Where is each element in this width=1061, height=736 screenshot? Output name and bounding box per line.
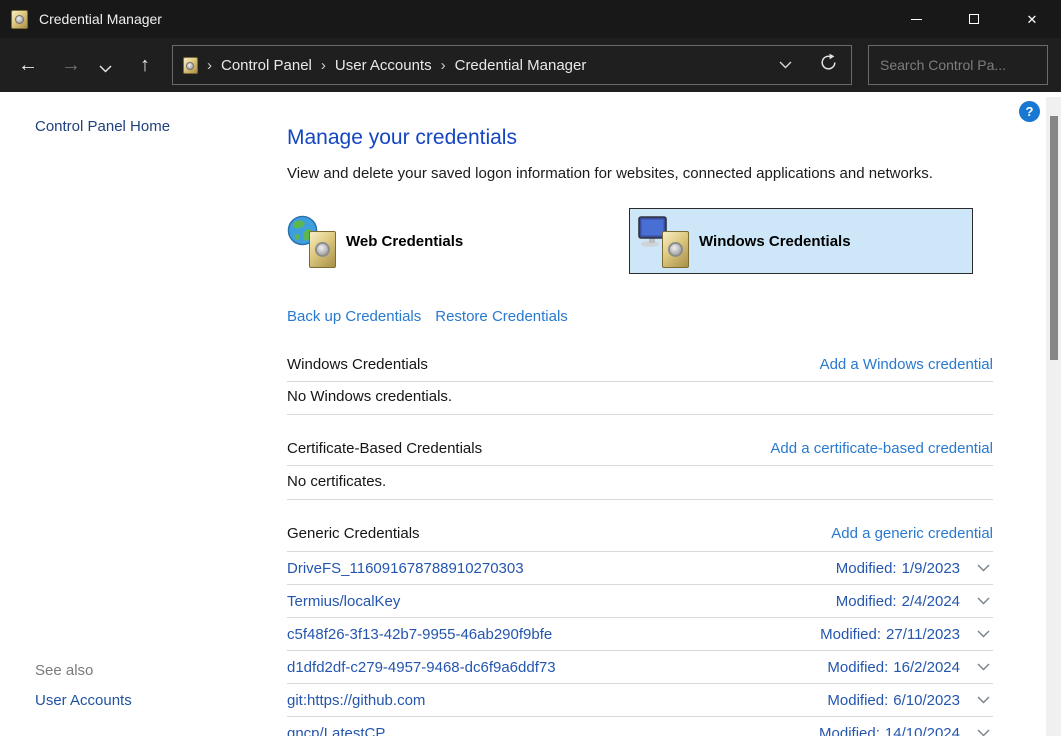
vault-icon — [662, 231, 689, 268]
credential-actions: Back up Credentials Restore Credentials — [287, 308, 568, 325]
help-button[interactable]: ? — [1019, 101, 1040, 122]
divider — [287, 381, 993, 382]
generic-credentials-list: DriveFS_116091678788910270303 Modified:1… — [287, 552, 993, 736]
add-generic-credential-link[interactable]: Add a generic credential — [831, 525, 993, 542]
restore-credentials-link[interactable]: Restore Credentials — [435, 308, 568, 325]
web-credentials-icon — [287, 212, 339, 270]
credential-manager-app-icon — [11, 10, 28, 29]
page-title: Manage your credentials — [287, 126, 517, 150]
credential-row[interactable]: d1dfd2df-c279-4957-9468-dc6f9a6ddf73 Mod… — [287, 651, 993, 684]
minimize-button[interactable] — [887, 0, 945, 38]
expand-chevron-icon[interactable] — [977, 592, 990, 610]
search-box[interactable] — [868, 45, 1048, 85]
divider — [287, 499, 993, 500]
credential-name-link[interactable]: gncp/LatestCP — [287, 725, 385, 736]
expand-chevron-icon[interactable] — [977, 559, 990, 577]
back-button[interactable]: ← — [14, 54, 42, 77]
maximize-button[interactable] — [945, 0, 1003, 38]
refresh-icon[interactable] — [805, 53, 851, 77]
credential-name-link[interactable]: DriveFS_116091678788910270303 — [287, 560, 524, 577]
caption-buttons: ✕ — [887, 0, 1061, 38]
empty-windows-credentials: No Windows credentials. — [287, 388, 452, 405]
credential-modified: Modified:14/10/2024 — [819, 725, 960, 736]
breadcrumb-credential-manager[interactable]: Credential Manager — [455, 57, 587, 74]
up-button[interactable]: ↑ — [131, 54, 159, 77]
breadcrumb-user-accounts[interactable]: User Accounts — [335, 57, 432, 74]
credential-modified: Modified:2/4/2024 — [836, 593, 960, 610]
credential-modified: Modified:1/9/2023 — [836, 560, 960, 577]
add-certificate-credential-link[interactable]: Add a certificate-based credential — [770, 440, 993, 457]
section-generic-credentials: Generic Credentials Add a generic creden… — [287, 525, 993, 542]
vault-icon — [309, 231, 336, 268]
credential-row[interactable]: gncp/LatestCP Modified:14/10/2024 — [287, 717, 993, 736]
sidebar-item-user-accounts[interactable]: User Accounts — [35, 692, 132, 709]
tab-windows-credentials[interactable]: Windows Credentials — [629, 208, 973, 274]
backup-credentials-link[interactable]: Back up Credentials — [287, 308, 421, 325]
title-bar: Credential Manager ✕ — [0, 0, 1061, 38]
page-description: View and delete your saved logon informa… — [287, 165, 933, 182]
section-windows-credentials: Windows Credentials Add a Windows creden… — [287, 356, 993, 373]
window-title: Credential Manager — [39, 11, 162, 27]
recent-pages-chevron-icon[interactable] — [99, 60, 123, 78]
credential-modified: Modified:27/11/2023 — [820, 626, 960, 643]
credential-name-link[interactable]: d1dfd2df-c279-4957-9468-dc6f9a6ddf73 — [287, 659, 556, 676]
credential-name-link[interactable]: Termius/localKey — [287, 593, 400, 610]
credential-row[interactable]: Termius/localKey Modified:2/4/2024 — [287, 585, 993, 618]
scrollbar-thumb[interactable] — [1050, 116, 1058, 360]
expand-chevron-icon[interactable] — [977, 625, 990, 643]
breadcrumb-control-panel[interactable]: Control Panel — [221, 57, 312, 74]
credential-row[interactable]: DriveFS_116091678788910270303 Modified:1… — [287, 552, 993, 585]
search-input[interactable] — [869, 57, 1061, 73]
divider — [287, 465, 993, 466]
section-certificate-credentials: Certificate-Based Credentials Add a cert… — [287, 440, 993, 457]
credential-name-link[interactable]: git:https://github.com — [287, 692, 425, 709]
close-button[interactable]: ✕ — [1003, 0, 1061, 38]
credential-row[interactable]: c5f48f26-3f13-42b7-9955-46ab290f9bfe Mod… — [287, 618, 993, 651]
tab-label: Windows Credentials — [699, 233, 851, 250]
crumb-separator-icon: › — [432, 57, 455, 74]
content-area: ? Control Panel Home See also User Accou… — [0, 92, 1061, 736]
divider — [287, 414, 993, 415]
credential-name-link[interactable]: c5f48f26-3f13-42b7-9955-46ab290f9bfe — [287, 626, 552, 643]
expand-chevron-icon[interactable] — [977, 691, 990, 709]
sidebar-item-control-panel-home[interactable]: Control Panel Home — [35, 118, 170, 135]
credential-modified: Modified:16/2/2024 — [827, 659, 960, 676]
minimize-icon — [911, 19, 922, 20]
tab-web-credentials[interactable]: Web Credentials — [287, 208, 627, 274]
credential-row[interactable]: git:https://github.com Modified:6/10/202… — [287, 684, 993, 717]
windows-credentials-icon — [640, 212, 692, 270]
navigation-bar: ← → ↑ › Control Panel › User Accounts › … — [0, 38, 1061, 92]
close-icon: ✕ — [1027, 13, 1038, 26]
empty-certificates: No certificates. — [287, 473, 386, 490]
section-title: Windows Credentials — [287, 356, 428, 373]
crumb-separator-icon: › — [198, 57, 221, 74]
section-title: Certificate-Based Credentials — [287, 440, 482, 457]
expand-chevron-icon[interactable] — [977, 724, 990, 736]
see-also-label: See also — [35, 662, 93, 679]
section-title: Generic Credentials — [287, 525, 420, 542]
tab-label: Web Credentials — [346, 233, 463, 250]
address-bar[interactable]: › Control Panel › User Accounts › Creden… — [172, 45, 852, 85]
address-dropdown-chevron-icon[interactable] — [765, 56, 805, 74]
add-windows-credential-link[interactable]: Add a Windows credential — [820, 356, 993, 373]
expand-chevron-icon[interactable] — [977, 658, 990, 676]
credential-modified: Modified:6/10/2023 — [827, 692, 960, 709]
maximize-icon — [969, 14, 979, 24]
forward-button[interactable]: → — [57, 54, 85, 77]
credential-type-tabs: Web Credentials Windows Credentials — [287, 208, 993, 274]
vertical-scrollbar[interactable] — [1046, 97, 1061, 736]
breadcrumb-app-icon — [183, 57, 198, 74]
crumb-separator-icon: › — [312, 57, 335, 74]
